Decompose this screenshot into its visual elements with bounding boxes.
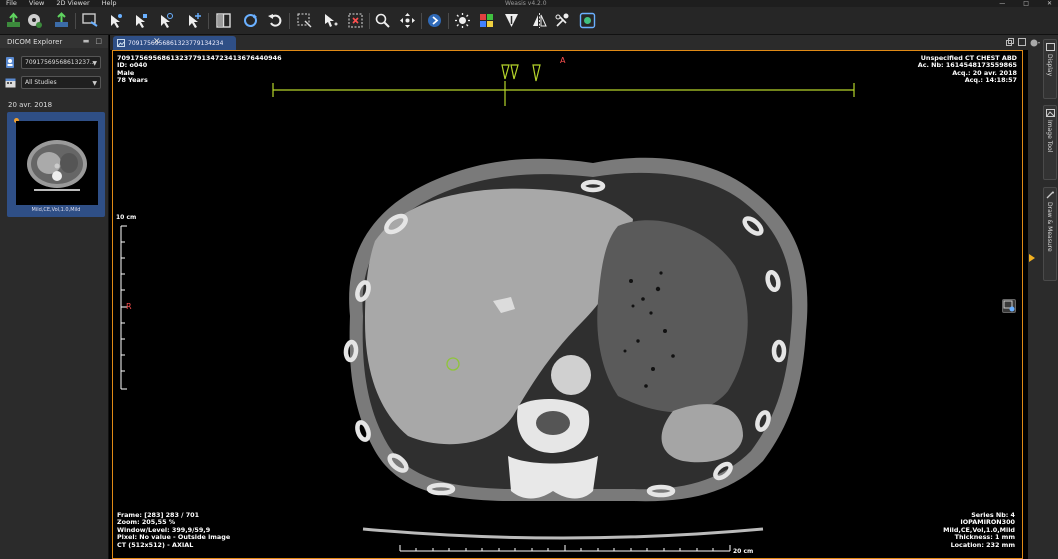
series-thumbnail[interactable]: Mild,CE,Vol,1.0,Mild	[7, 112, 105, 217]
patient-select[interactable]: 70917569568613237... ▼	[21, 55, 101, 69]
dicom-explorer-panel: DICOM Explorer ▬ □ 70917569568613237... …	[0, 35, 109, 559]
viewer-menu-icon[interactable]	[1002, 299, 1016, 313]
thumbnail-image	[16, 121, 98, 205]
image-tool-icon	[1046, 109, 1055, 117]
lut-icon[interactable]	[477, 11, 496, 30]
menu-bar: File View 2D Viewer Help Weasis v4.2.0 —…	[0, 0, 1058, 7]
chevron-down-icon: ▼	[92, 59, 97, 67]
patient-id-short: ID: o040	[117, 61, 148, 70]
contrast-icon[interactable]	[453, 11, 472, 30]
open-dicom-cd-icon[interactable]	[25, 11, 44, 30]
flip-icon[interactable]	[530, 11, 549, 30]
dock-tab-draw-measure-label: Draw & Measure	[1046, 202, 1053, 252]
dock-tab-image-tool-label: Image Tool	[1046, 120, 1053, 153]
app-title: Weasis v4.2.0	[505, 0, 547, 7]
draw-measure-icon	[1046, 191, 1054, 199]
main-toolbar	[0, 7, 1058, 35]
ct-axial-image	[120, 64, 855, 552]
panel-maximize-button[interactable]: □	[95, 37, 102, 45]
crop-tool-icon[interactable]	[346, 11, 365, 30]
patient-icon	[4, 56, 16, 68]
zoom-tool-icon[interactable]	[106, 11, 125, 30]
dicom-explorer-title: DICOM Explorer	[7, 37, 63, 46]
synchronize-icon[interactable]	[241, 11, 260, 30]
series-display-icon[interactable]	[81, 11, 100, 30]
close-tab-icon[interactable]: ✕	[153, 37, 248, 47]
minimize-window-button[interactable]: —	[999, 0, 1005, 7]
import-dicom-icon[interactable]	[4, 11, 23, 30]
chevron-down-icon: ▼	[92, 79, 97, 87]
screenshot-icon[interactable]	[578, 11, 597, 30]
studies-select[interactable]: All Studies ▼	[21, 75, 101, 89]
pan-tool-icon[interactable]	[131, 11, 150, 30]
acquisition-time: Acq.: 14:18:57	[964, 76, 1017, 85]
close-window-button[interactable]: ✕	[1047, 0, 1052, 7]
image-size-info: CT (512x512) - AXIAL	[117, 540, 194, 549]
viewer-tab-bar: 709175695686132377913423416764409... ✕	[110, 35, 1028, 50]
detach-icon[interactable]	[1006, 38, 1014, 46]
display-icon	[1046, 43, 1055, 51]
magnifier-icon[interactable]	[373, 11, 392, 30]
reset-icon[interactable]	[266, 11, 285, 30]
layout-icon[interactable]	[214, 11, 233, 30]
cursor-tool-icon[interactable]	[321, 11, 340, 30]
export-dicom-icon[interactable]	[52, 11, 71, 30]
dock-tab-draw-measure[interactable]: Draw & Measure	[1043, 187, 1057, 281]
rotate-icon[interactable]	[553, 11, 572, 30]
series-label: Mild,CE,Vol,1.0,Mild	[31, 207, 81, 213]
dock-tab-image-tool[interactable]: Image Tool	[1043, 105, 1057, 180]
dock-tab-display[interactable]: Display	[1043, 39, 1057, 99]
window-level-tool-icon[interactable]	[156, 11, 175, 30]
overlay-bottom-right: Series Nb: 4 IOPAMIRON300 Mild,CE,Vol,1.…	[943, 511, 1015, 549]
viewer-tab[interactable]: 709175695686132377913423416764409... ✕	[113, 36, 236, 50]
crosshair-tool-icon[interactable]	[184, 11, 203, 30]
select-series-icon[interactable]	[295, 11, 314, 30]
maximize-view-icon[interactable]	[1018, 38, 1026, 46]
right-dock: Display Image Tool Draw & Measure	[1028, 35, 1058, 559]
calendar-icon	[4, 76, 16, 88]
expand-dock-arrow-icon[interactable]	[1029, 254, 1035, 262]
dock-settings-icon[interactable]	[1029, 38, 1041, 50]
patient-age: 78 Years	[117, 76, 148, 85]
overlay-top-left: 709175695686132377913472341367644094​6 I…	[117, 54, 282, 85]
menu-2d-viewer[interactable]: 2D Viewer	[56, 0, 89, 7]
filter-icon[interactable]	[502, 11, 521, 30]
menu-help[interactable]: Help	[102, 0, 117, 7]
image-icon	[117, 39, 125, 47]
image-viewer[interactable]: 709175695686132377913472341367644094​6 I…	[112, 50, 1023, 559]
menu-file[interactable]: File	[6, 0, 17, 7]
vertical-scale-label: 10 cm	[116, 214, 137, 221]
slice-location: Location: 232 mm	[950, 540, 1015, 549]
dock-tab-display-label: Display	[1046, 54, 1053, 77]
orientation-top-label: A	[560, 56, 566, 65]
dicom-explorer-header: DICOM Explorer ▬ □	[0, 35, 108, 48]
horizontal-scale-label: 20 cm	[733, 548, 754, 555]
menu-view[interactable]: View	[29, 0, 44, 7]
navigation-icon[interactable]	[425, 11, 444, 30]
maximize-window-button[interactable]: □	[1023, 0, 1029, 7]
orientation-left-label: R	[126, 302, 132, 311]
study-date: 20 avr. 2018	[8, 101, 53, 109]
overlay-top-right: Unspecified CT CHEST ABD Ac. Nb: 1614548…	[918, 54, 1017, 85]
move-icon[interactable]	[398, 11, 417, 30]
panel-minimize-button[interactable]: ▬	[83, 37, 90, 45]
overlay-bottom-left: Frame: [283] 283 / 701 Zoom: 205,55 % Wi…	[117, 511, 230, 549]
